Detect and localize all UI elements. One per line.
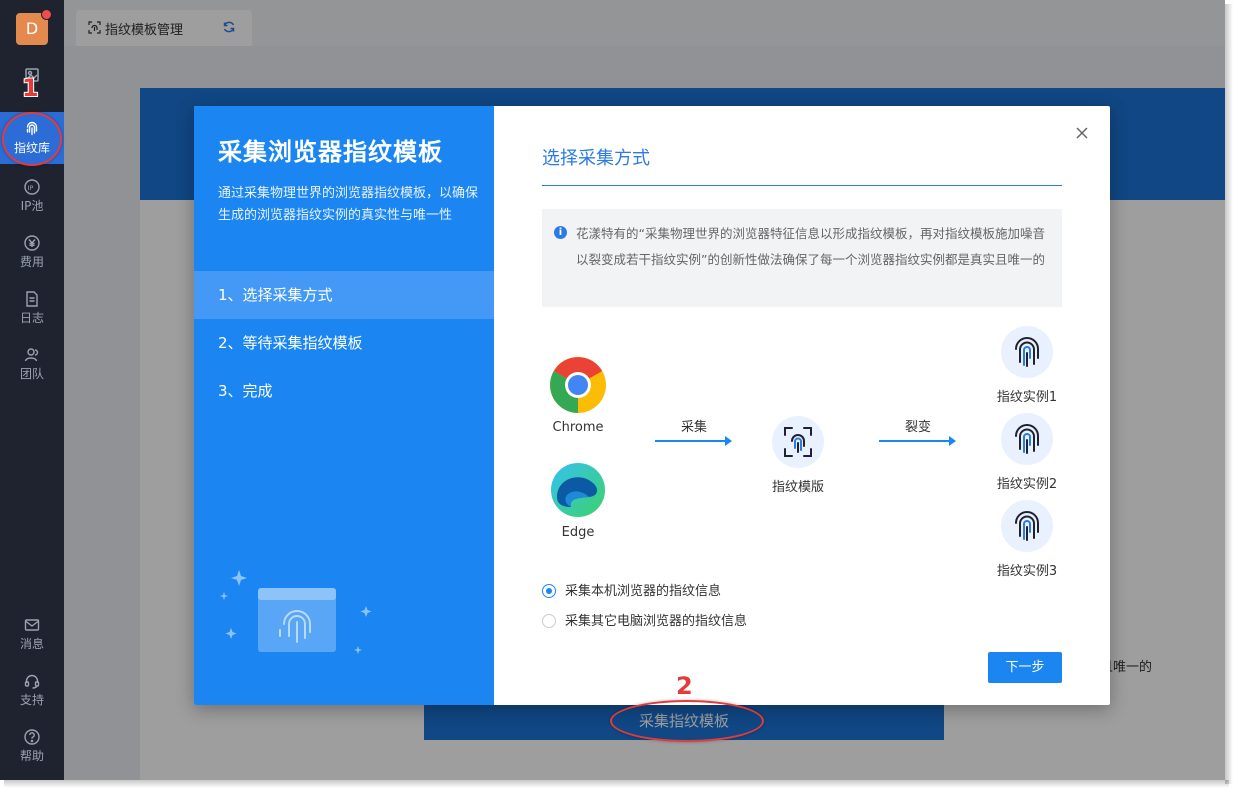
svg-text:IP: IP bbox=[28, 184, 34, 192]
document-icon bbox=[26, 291, 38, 307]
template-circle bbox=[772, 416, 824, 468]
collection-diagram: Chrome Edge 采集 指纹模版 裂变 指纹实例1 指纹实例2 指纹实例3 bbox=[494, 316, 1110, 579]
instance-circle bbox=[1001, 413, 1053, 465]
instance-node-1: 指纹实例1 bbox=[994, 326, 1060, 405]
sidebar-item-messages[interactable]: 消息 bbox=[0, 608, 64, 660]
screenshot-shadow-bottom bbox=[4, 780, 1229, 788]
instance-label: 指纹实例2 bbox=[996, 477, 1058, 492]
ip-icon: IP bbox=[24, 179, 40, 195]
sidebar-item-support[interactable]: 支持 bbox=[0, 664, 64, 716]
sidebar-item-label: IP池 bbox=[20, 199, 44, 213]
info-icon: i bbox=[554, 226, 567, 239]
mail-icon bbox=[24, 619, 40, 631]
section-divider bbox=[542, 185, 1062, 186]
sidebar-item-label: 帮助 bbox=[19, 749, 44, 763]
sidebar-item-team[interactable]: 团队 bbox=[0, 338, 64, 390]
info-notice: i 花漾特有的“采集物理世界的浏览器特征信息以形成指纹模板，再对指纹模板施加噪音… bbox=[542, 209, 1062, 307]
instance-node-3: 指纹实例3 bbox=[994, 500, 1060, 579]
step-wait-collection: 2、等待采集指纹模板 bbox=[218, 334, 363, 352]
fingerprint-window-illustration bbox=[220, 570, 372, 654]
team-icon bbox=[24, 348, 39, 362]
annotation-marker-2: 2 bbox=[676, 672, 693, 700]
avatar-letter: D bbox=[25, 19, 39, 38]
notice-text: 花漾特有的“采集物理世界的浏览器特征信息以形成指纹模板，再对指纹模板施加噪音以裂… bbox=[576, 226, 1045, 267]
sidebar-item-label: 费用 bbox=[19, 255, 44, 269]
modal-right-panel: 选择采集方式 i 花漾特有的“采集物理世界的浏览器特征信息以形成指纹模板，再对指… bbox=[494, 106, 1110, 705]
edge-label: Edge bbox=[561, 525, 595, 540]
collect-arrow: 采集 bbox=[654, 416, 734, 451]
step-select-method: 1、选择采集方式 bbox=[194, 271, 494, 319]
headset-icon bbox=[24, 674, 40, 689]
modal-description: 通过采集物理世界的浏览器指纹模板，以确保生成的浏览器指纹实例的真实性与唯一性 bbox=[218, 186, 479, 223]
sidebar-item-ip-pool[interactable]: IP IP池 bbox=[0, 170, 64, 222]
instance-circle bbox=[1001, 500, 1053, 552]
sidebar-item-label: 团队 bbox=[19, 367, 44, 381]
scan-fingerprint-icon bbox=[784, 427, 812, 457]
sidebar-item-billing[interactable]: 费用 bbox=[0, 226, 64, 278]
annotation-marker-1: 1 bbox=[22, 74, 39, 102]
option-local-browser[interactable]: 采集本机浏览器的指纹信息 bbox=[542, 580, 721, 599]
sidebar-item-help[interactable]: 帮助 bbox=[0, 720, 64, 772]
template-node: 指纹模版 bbox=[772, 416, 824, 495]
close-icon[interactable] bbox=[1074, 125, 1090, 141]
annotation-ring-1 bbox=[2, 112, 62, 166]
radio-checked[interactable] bbox=[542, 583, 556, 598]
instance-circle bbox=[1001, 326, 1053, 378]
option-other-computer[interactable]: 采集其它电脑浏览器的指纹信息 bbox=[542, 610, 747, 629]
instance-label: 指纹实例1 bbox=[996, 390, 1058, 405]
step-complete: 3、完成 bbox=[218, 382, 273, 400]
split-arrow: 裂变 bbox=[878, 416, 958, 451]
collect-template-modal: 采集浏览器指纹模板 通过采集物理世界的浏览器指纹模板，以确保生成的浏览器指纹实例… bbox=[194, 106, 1110, 705]
fingerprint-icon bbox=[1015, 511, 1039, 541]
option-label: 采集本机浏览器的指纹信息 bbox=[565, 584, 722, 599]
notification-dot bbox=[41, 9, 52, 20]
edge-browser: Edge bbox=[548, 461, 608, 540]
next-step-button[interactable]: 下一步 bbox=[988, 652, 1062, 683]
split-label: 裂变 bbox=[904, 420, 931, 435]
section-title: 选择采集方式 bbox=[542, 148, 650, 169]
app-window: D 指纹库 IP IP池 费用 日志 团队 消息 支持 帮助 指纹模板管理 且唯… bbox=[0, 0, 1225, 780]
sidebar-item-logs[interactable]: 日志 bbox=[0, 282, 64, 334]
sidebar-item-label: 日志 bbox=[19, 311, 44, 325]
chrome-logo-icon bbox=[550, 357, 606, 413]
chrome-browser: Chrome bbox=[548, 356, 608, 435]
sidebar-item-label: 支持 bbox=[19, 693, 44, 707]
modal-title: 采集浏览器指纹模板 bbox=[218, 138, 443, 166]
edge-logo-icon bbox=[551, 463, 605, 517]
arrow-right-icon bbox=[879, 436, 956, 446]
sidebar-item-label: 消息 bbox=[19, 637, 44, 651]
template-label: 指纹模版 bbox=[772, 480, 825, 495]
chrome-label: Chrome bbox=[552, 420, 604, 435]
fingerprint-icon bbox=[1015, 424, 1039, 454]
yen-icon bbox=[24, 235, 40, 251]
instance-node-2: 指纹实例2 bbox=[994, 413, 1060, 492]
screenshot-shadow-right bbox=[1225, 4, 1233, 784]
annotation-ring-2 bbox=[610, 700, 764, 742]
collect-label: 采集 bbox=[680, 420, 707, 435]
option-label: 采集其它电脑浏览器的指纹信息 bbox=[565, 614, 748, 629]
fingerprint-icon bbox=[1015, 337, 1039, 367]
instance-label: 指纹实例3 bbox=[996, 564, 1058, 579]
avatar[interactable]: D bbox=[16, 9, 52, 45]
modal-left-panel: 采集浏览器指纹模板 通过采集物理世界的浏览器指纹模板，以确保生成的浏览器指纹实例… bbox=[194, 106, 494, 705]
help-icon bbox=[24, 729, 40, 745]
radio-unchecked[interactable] bbox=[542, 613, 556, 628]
arrow-right-icon bbox=[655, 436, 732, 446]
